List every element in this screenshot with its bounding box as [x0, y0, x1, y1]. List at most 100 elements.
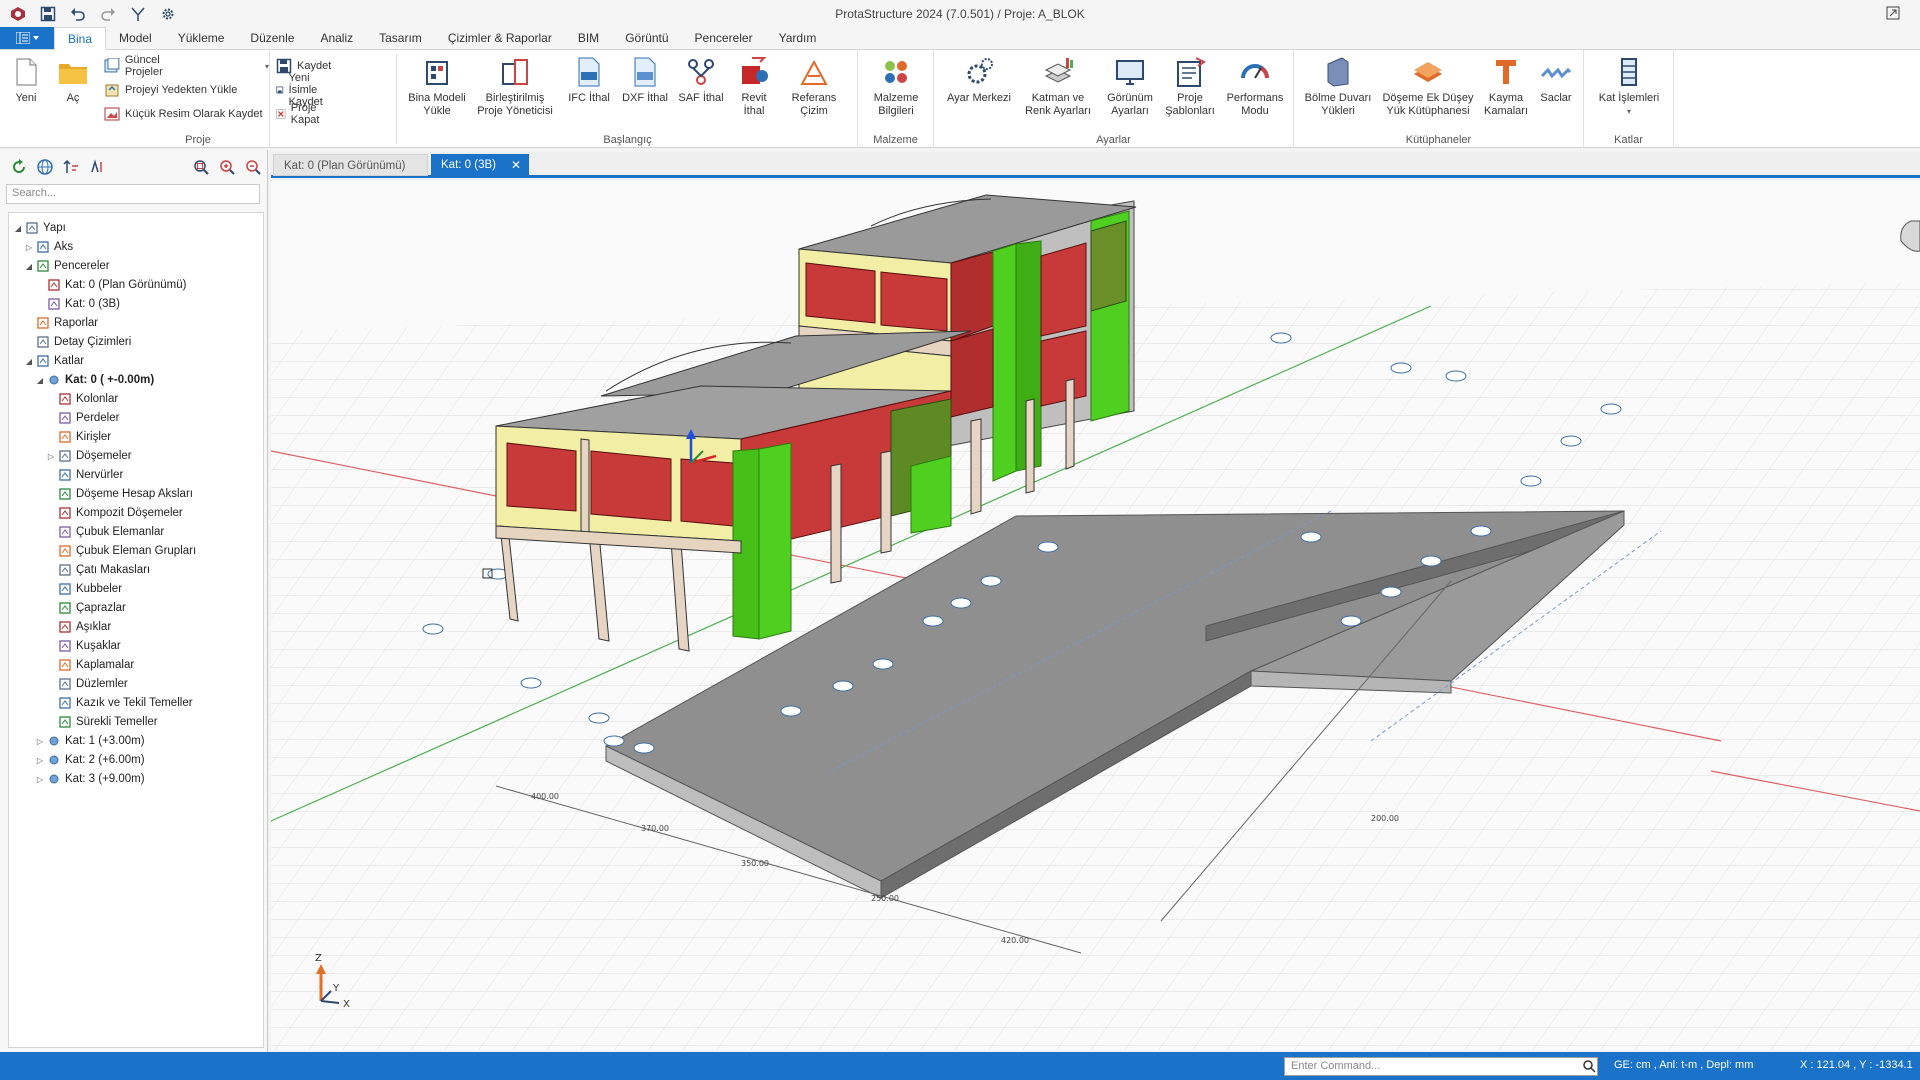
tab-3d-view[interactable]: Kat: 0 (3B) ✕	[431, 154, 529, 176]
ifc-ithal-button[interactable]: IFC İthal	[564, 56, 614, 105]
tab-yardim[interactable]: Yardım	[766, 27, 830, 49]
collapsed-arrow-icon[interactable]: ▷	[46, 452, 56, 461]
sort-up-icon[interactable]	[62, 158, 80, 176]
tab-bim[interactable]: BIM	[565, 27, 612, 49]
tab-cizimler-raporlar[interactable]: Çizimler & Raporlar	[435, 27, 565, 49]
malzeme-bilgileri-button[interactable]: Malzeme Bilgileri	[866, 56, 926, 118]
tree-item[interactable]: ◢ Yapı	[13, 219, 66, 237]
tab-bina[interactable]: Bina	[54, 27, 107, 50]
tree-item[interactable]: ▷ Kat: 1 (+3.00m)	[35, 732, 145, 750]
close-tab-icon[interactable]: ✕	[511, 154, 521, 176]
ayar-merkezi-button[interactable]: Ayar Merkezi	[944, 56, 1014, 105]
tab-yukleme[interactable]: Yükleme	[165, 27, 238, 49]
tree-item[interactable]: Düzlemler	[46, 675, 128, 693]
tree-item[interactable]: ▷ Kat: 2 (+6.00m)	[35, 751, 145, 769]
zoom-fit-icon[interactable]	[192, 158, 210, 176]
search-icon[interactable]	[1582, 1059, 1596, 1073]
tree-item[interactable]: ◢ Kat: 0 ( +-0.00m)	[35, 371, 154, 389]
saf-import-icon	[688, 59, 714, 85]
tree-search-input[interactable]: Search...	[6, 184, 260, 204]
tree-item[interactable]: Aşıklar	[46, 618, 111, 636]
tree-item[interactable]: ▷ Aks	[24, 238, 73, 256]
tree-item[interactable]: Kuşaklar	[46, 637, 121, 655]
tree-item[interactable]: Detay Çizimleri	[24, 333, 131, 351]
kat-islemleri-button[interactable]: Kat İşlemleri ▾	[1594, 56, 1664, 118]
saclar-button[interactable]: Saclar	[1534, 56, 1578, 105]
storey-operations-icon	[1621, 58, 1637, 86]
command-input[interactable]: Enter Command...	[1284, 1057, 1598, 1076]
expanded-arrow-icon[interactable]: ◢	[24, 262, 34, 271]
tree-item[interactable]: Kolonlar	[46, 390, 118, 408]
saf-ithal-button[interactable]: SAF İthal	[676, 56, 726, 105]
expanded-arrow-icon[interactable]: ◢	[13, 224, 23, 233]
redo-icon[interactable]	[98, 4, 118, 24]
tree-item[interactable]: Kubbeler	[46, 580, 122, 598]
bina-modeli-yukle-button[interactable]: Bina Modeli Yükle	[406, 56, 468, 118]
tree-item[interactable]: Kirişler	[46, 428, 111, 446]
globe-icon[interactable]	[36, 158, 54, 176]
tab-duzenle[interactable]: Düzenle	[237, 27, 307, 49]
gorunum-ayarlari-button[interactable]: Görünüm Ayarları	[1102, 56, 1158, 118]
katman-renk-ayarlari-button[interactable]: Katman ve Renk Ayarları	[1022, 56, 1094, 118]
yeni-isimle-kaydet-button[interactable]: Yeni İsimle Kaydet	[276, 72, 331, 108]
zoom-in-icon[interactable]	[218, 158, 236, 176]
collapsed-arrow-icon[interactable]: ▷	[35, 756, 45, 765]
tree-item[interactable]: Kat: 0 (Plan Görünümü)	[35, 276, 186, 294]
referans-cizim-button[interactable]: Referans Çizim	[784, 56, 844, 118]
undo-icon[interactable]	[68, 4, 88, 24]
tree-item[interactable]: ◢ Pencereler	[24, 257, 110, 275]
sort-az-icon[interactable]	[88, 158, 106, 176]
collapsed-arrow-icon[interactable]: ▷	[24, 243, 34, 252]
tab-analiz[interactable]: Analiz	[307, 27, 366, 49]
revit-ithal-button[interactable]: Revit İthal	[732, 56, 776, 118]
kucuk-resim-kaydet-button[interactable]: Küçük Resim Olarak Kaydet	[104, 104, 263, 124]
app-menu-button[interactable]	[0, 27, 54, 49]
tree-item[interactable]: Raporlar	[24, 314, 98, 332]
bolme-duvari-yukleri-button[interactable]: Bölme Duvarı Yükleri	[1302, 56, 1374, 118]
save-icon[interactable]	[38, 4, 58, 24]
tree-item[interactable]: Kompozit Döşemeler	[46, 504, 183, 522]
yeni-button[interactable]: Yeni	[10, 56, 42, 105]
tree-item[interactable]: Çubuk Eleman Grupları	[46, 542, 196, 560]
tab-pencereler[interactable]: Pencereler	[682, 27, 766, 49]
tree-item[interactable]: Kazık ve Tekil Temeller	[46, 694, 193, 712]
yedekten-yukle-button[interactable]: Projeyi Yedekten Yükle	[104, 80, 237, 100]
tree-item[interactable]: Kat: 0 (3B)	[35, 295, 120, 313]
zoom-out-icon[interactable]	[244, 158, 262, 176]
refresh-icon[interactable]	[10, 158, 28, 176]
doseme-ek-yuk-kutuphanesi-button[interactable]: Döşeme Ek Düşey Yük Kütüphanesi	[1378, 56, 1478, 118]
proje-kapat-button[interactable]: Proje Kapat	[276, 102, 326, 126]
tree-item[interactable]: Sürekli Temeller	[46, 713, 158, 731]
tree-item[interactable]: Kaplamalar	[46, 656, 134, 674]
gear-icon[interactable]	[158, 4, 178, 24]
kayma-kamalari-button[interactable]: Kayma Kamaları	[1482, 56, 1530, 118]
3d-viewport[interactable]: 400.00 370.00 350.00 250.00 420.00 200.0…	[271, 181, 1920, 1050]
tab-tasarim[interactable]: Tasarım	[366, 27, 435, 49]
tree-item[interactable]: Çaprazlar	[46, 599, 126, 617]
tree-item[interactable]: Perdeler	[46, 409, 119, 427]
expanded-arrow-icon[interactable]: ◢	[35, 376, 45, 385]
ac-button[interactable]: Aç	[55, 56, 91, 105]
tree-item[interactable]: Nervürler	[46, 466, 123, 484]
collapsed-arrow-icon[interactable]: ▷	[35, 775, 45, 784]
performans-modu-button[interactable]: Performans Modu	[1222, 56, 1288, 118]
proje-sablonlari-button[interactable]: Proje Şablonları	[1162, 56, 1218, 118]
tab-goruntu[interactable]: Görüntü	[612, 27, 681, 49]
dxf-ithal-button[interactable]: DXF İthal	[620, 56, 670, 105]
tab-plan-view[interactable]: Kat: 0 (Plan Görünümü)	[273, 154, 428, 176]
tree-item[interactable]: ▷ Döşemeler	[46, 447, 132, 465]
3d-model-canvas[interactable]: 400.00 370.00 350.00 250.00 420.00 200.0…	[271, 181, 1920, 1050]
app-logo-icon[interactable]	[8, 4, 28, 24]
expanded-arrow-icon[interactable]: ◢	[24, 357, 34, 366]
tree-item[interactable]: Çubuk Elemanlar	[46, 523, 164, 541]
tab-model[interactable]: Model	[106, 27, 165, 49]
collapsed-arrow-icon[interactable]: ▷	[35, 737, 45, 746]
tree-item[interactable]: ◢ Katlar	[24, 352, 84, 370]
tree-item[interactable]: Döşeme Hesap Aksları	[46, 485, 193, 503]
filter-select-icon[interactable]	[128, 4, 148, 24]
birlestirilmis-proje-yoneticisi-button[interactable]: Birleştirilmiş Proje Yöneticisi	[470, 56, 560, 118]
tree-item[interactable]: Çatı Makasları	[46, 561, 150, 579]
guncel-projeler-button[interactable]: Güncel Projeler ▾	[104, 54, 269, 78]
restore-window-icon[interactable]	[1886, 6, 1902, 22]
tree-item[interactable]: ▷ Kat: 3 (+9.00m)	[35, 770, 145, 788]
